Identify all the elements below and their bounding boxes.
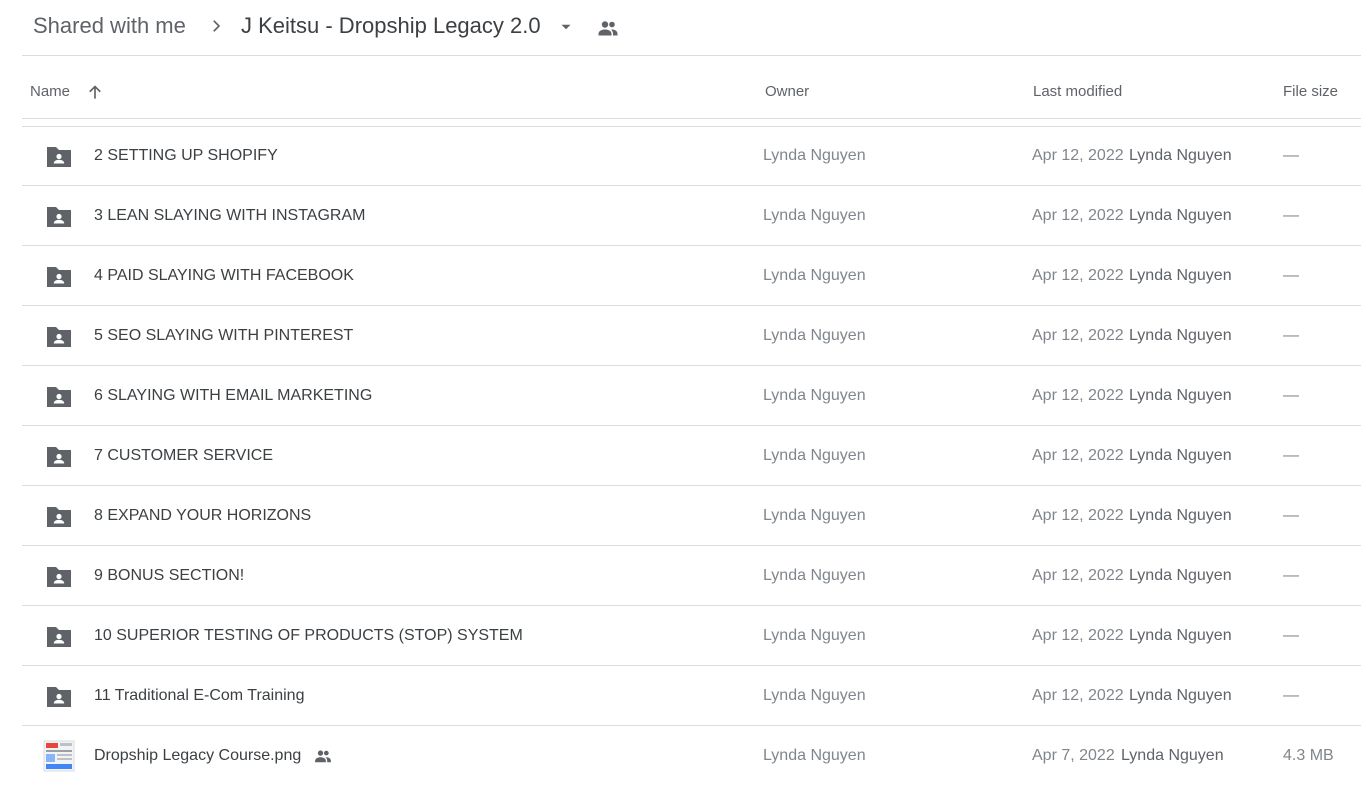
- shared-folder-icon: [47, 567, 71, 587]
- file-size: —: [1283, 147, 1299, 164]
- arrow-up-icon[interactable]: [85, 81, 105, 103]
- owner: Lynda Nguyen: [763, 207, 866, 224]
- file-size: —: [1283, 507, 1299, 524]
- image-thumbnail-icon: [43, 740, 75, 772]
- last-modified-date: Apr 12, 2022: [1032, 147, 1124, 164]
- last-modified-by: Lynda Nguyen: [1129, 147, 1232, 164]
- file-name: 7 CUSTOMER SERVICE: [94, 447, 274, 464]
- last-modified-by: Lynda Nguyen: [1129, 267, 1232, 284]
- breadcrumb: Shared with me J Keitsu - Dropship Legac…: [22, 0, 1361, 56]
- table-row[interactable]: 8 EXPAND YOUR HORIZONS Lynda Nguyen Apr …: [22, 486, 1361, 546]
- owner: Lynda Nguyen: [763, 147, 866, 164]
- owner: Lynda Nguyen: [763, 747, 866, 764]
- column-header-owner: Owner: [765, 83, 810, 100]
- shared-folder-icon: [47, 687, 71, 707]
- file-name: 5 SEO SLAYING WITH PINTEREST: [94, 327, 354, 344]
- file-name: 2 SETTING UP SHOPIFY: [94, 147, 278, 164]
- last-modified-by: Lynda Nguyen: [1129, 387, 1232, 404]
- file-list: 2 SETTING UP SHOPIFY Lynda Nguyen Apr 12…: [22, 126, 1361, 786]
- file-name: 4 PAID SLAYING WITH FACEBOOK: [94, 267, 354, 284]
- last-modified-date: Apr 12, 2022: [1032, 327, 1124, 344]
- owner: Lynda Nguyen: [763, 447, 866, 464]
- shared-folder-icon: [47, 447, 71, 467]
- breadcrumb-current-folder[interactable]: J Keitsu - Dropship Legacy 2.0: [241, 12, 541, 40]
- last-modified-date: Apr 12, 2022: [1032, 267, 1124, 284]
- owner: Lynda Nguyen: [763, 267, 866, 284]
- last-modified-date: Apr 12, 2022: [1032, 567, 1124, 584]
- file-size: —: [1283, 207, 1299, 224]
- table-row[interactable]: 4 PAID SLAYING WITH FACEBOOK Lynda Nguye…: [22, 246, 1361, 306]
- table-row[interactable]: 10 SUPERIOR TESTING OF PRODUCTS (STOP) S…: [22, 606, 1361, 666]
- file-name: 9 BONUS SECTION!: [94, 567, 245, 584]
- last-modified-by: Lynda Nguyen: [1129, 447, 1232, 464]
- file-name: 11 Traditional E-Com Training: [94, 687, 305, 704]
- chevron-right-icon: [213, 20, 221, 32]
- shared-folder-icon: [47, 147, 71, 167]
- file-size: 4.3 MB: [1283, 747, 1334, 764]
- table-row[interactable]: 2 SETTING UP SHOPIFY Lynda Nguyen Apr 12…: [22, 126, 1361, 186]
- shared-folder-icon: [47, 507, 71, 527]
- table-row[interactable]: Dropship Legacy Course.png Lynda Nguyen …: [22, 726, 1361, 786]
- file-name: 10 SUPERIOR TESTING OF PRODUCTS (STOP) S…: [94, 627, 523, 644]
- column-headers: Name Owner Last modified File size: [22, 57, 1361, 119]
- table-row[interactable]: 11 Traditional E-Com Training Lynda Nguy…: [22, 666, 1361, 726]
- column-header-name[interactable]: Name: [30, 83, 70, 101]
- last-modified-date: Apr 12, 2022: [1032, 507, 1124, 524]
- breadcrumb-shared-with-me[interactable]: Shared with me: [33, 12, 186, 40]
- caret-down-icon[interactable]: [557, 18, 575, 36]
- shared-folder-icon: [47, 327, 71, 347]
- owner: Lynda Nguyen: [763, 327, 866, 344]
- last-modified-by: Lynda Nguyen: [1129, 627, 1232, 644]
- file-size: —: [1283, 567, 1299, 584]
- shared-folder-icon: [47, 627, 71, 647]
- table-row[interactable]: 9 BONUS SECTION! Lynda Nguyen Apr 12, 20…: [22, 546, 1361, 606]
- column-header-file-size: File size: [1283, 83, 1339, 100]
- last-modified-by: Lynda Nguyen: [1129, 507, 1232, 524]
- last-modified-date: Apr 12, 2022: [1032, 207, 1124, 224]
- file-size: —: [1283, 387, 1299, 404]
- file-size: —: [1283, 327, 1299, 344]
- file-name: 6 SLAYING WITH EMAIL MARKETING: [94, 387, 373, 404]
- last-modified-by: Lynda Nguyen: [1121, 747, 1224, 764]
- file-size: —: [1283, 627, 1299, 644]
- last-modified-date: Apr 12, 2022: [1032, 687, 1124, 704]
- shared-folder-icon: [47, 267, 71, 287]
- file-name: 3 LEAN SLAYING WITH INSTAGRAM: [94, 207, 366, 224]
- file-name: 8 EXPAND YOUR HORIZONS: [94, 507, 312, 524]
- file-size: —: [1283, 267, 1299, 284]
- table-row[interactable]: 6 SLAYING WITH EMAIL MARKETING Lynda Ngu…: [22, 366, 1361, 426]
- owner: Lynda Nguyen: [763, 687, 866, 704]
- last-modified-by: Lynda Nguyen: [1129, 567, 1232, 584]
- shared-folder-icon: [47, 387, 71, 407]
- table-row[interactable]: 3 LEAN SLAYING WITH INSTAGRAM Lynda Nguy…: [22, 186, 1361, 246]
- last-modified-date: Apr 7, 2022: [1032, 747, 1115, 764]
- last-modified-date: Apr 12, 2022: [1032, 447, 1124, 464]
- last-modified-by: Lynda Nguyen: [1129, 687, 1232, 704]
- file-name: Dropship Legacy Course.png: [94, 747, 302, 764]
- last-modified-date: Apr 12, 2022: [1032, 627, 1124, 644]
- last-modified-by: Lynda Nguyen: [1129, 327, 1232, 344]
- shared-folder-icon: [47, 207, 71, 227]
- people-icon[interactable]: [595, 16, 621, 40]
- owner: Lynda Nguyen: [763, 387, 866, 404]
- owner: Lynda Nguyen: [763, 627, 866, 644]
- last-modified-by: Lynda Nguyen: [1129, 207, 1232, 224]
- file-size: —: [1283, 447, 1299, 464]
- owner: Lynda Nguyen: [763, 507, 866, 524]
- table-row[interactable]: 7 CUSTOMER SERVICE Lynda Nguyen Apr 12, …: [22, 426, 1361, 486]
- table-row[interactable]: 5 SEO SLAYING WITH PINTEREST Lynda Nguye…: [22, 306, 1361, 366]
- column-header-last-modified[interactable]: Last modified: [1033, 83, 1122, 101]
- file-size: —: [1283, 687, 1299, 704]
- last-modified-date: Apr 12, 2022: [1032, 387, 1124, 404]
- people-icon: [315, 750, 331, 763]
- owner: Lynda Nguyen: [763, 567, 866, 584]
